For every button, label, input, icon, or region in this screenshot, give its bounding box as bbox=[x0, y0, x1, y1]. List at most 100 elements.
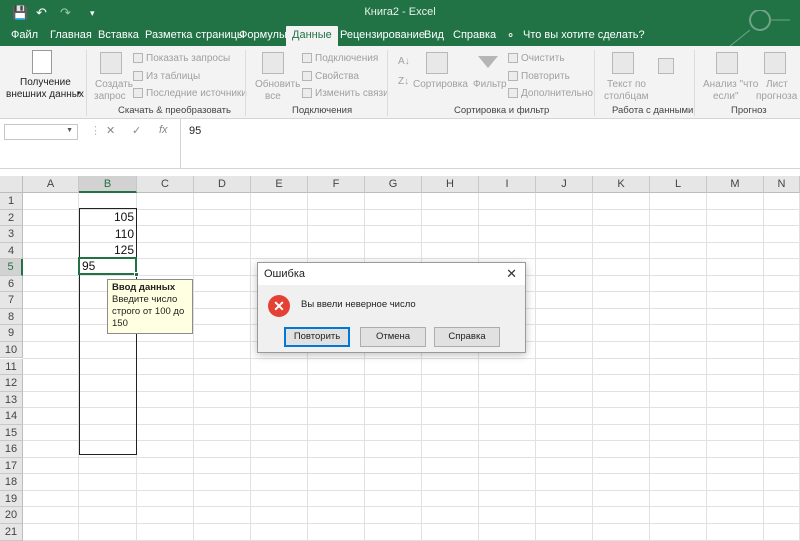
tell-me-box[interactable]: Что вы хотите сделать? bbox=[523, 29, 645, 41]
row-header-1[interactable]: 1 bbox=[0, 193, 23, 210]
select-all-button[interactable] bbox=[0, 176, 23, 193]
tab-file[interactable]: Файл bbox=[11, 29, 38, 41]
recent-sources-button[interactable]: Последние источники bbox=[146, 88, 247, 99]
refresh-all-label-1[interactable]: Обновить bbox=[255, 79, 300, 90]
edit-links-icon bbox=[302, 88, 312, 98]
row-header-15[interactable]: 15 bbox=[0, 424, 23, 442]
tab-page-layout[interactable]: Разметка страницы bbox=[145, 29, 245, 41]
insert-function-icon[interactable]: fx bbox=[159, 124, 168, 136]
gridline-horizontal bbox=[23, 357, 800, 359]
clear-filter-button[interactable]: Очистить bbox=[521, 53, 565, 64]
cancel-entry-icon[interactable]: ✕ bbox=[106, 124, 115, 137]
row-header-14[interactable]: 14 bbox=[0, 408, 23, 425]
column-header-k[interactable]: K bbox=[593, 176, 650, 193]
row-header-19[interactable]: 19 bbox=[0, 490, 23, 508]
from-table-button[interactable]: Из таблицы bbox=[146, 71, 200, 82]
row-header-20[interactable]: 20 bbox=[0, 507, 23, 524]
column-header-a[interactable]: A bbox=[23, 176, 79, 193]
row-header-18[interactable]: 18 bbox=[0, 474, 23, 491]
ribbon-tabs: Файл Главная Вставка Разметка страницы Ф… bbox=[0, 26, 800, 47]
column-header-l[interactable]: L bbox=[650, 176, 707, 193]
group-connections-label: Подключения bbox=[292, 105, 353, 116]
tab-help[interactable]: Справка bbox=[453, 29, 496, 41]
what-if-label-2[interactable]: если" bbox=[713, 91, 739, 102]
row-header-21[interactable]: 21 bbox=[0, 524, 23, 541]
tab-view[interactable]: Вид bbox=[424, 29, 444, 41]
properties-button[interactable]: Свойства bbox=[315, 71, 359, 82]
clear-filter-icon bbox=[508, 53, 518, 63]
sort-az-icon[interactable]: A↓ bbox=[398, 56, 410, 67]
name-box[interactable]: ▼ bbox=[4, 124, 78, 140]
text-to-columns-label-1[interactable]: Текст по bbox=[607, 79, 646, 90]
row-header-9[interactable]: 9 bbox=[0, 325, 23, 342]
row-header-2[interactable]: 2 bbox=[0, 209, 23, 227]
sort-button[interactable]: Сортировка bbox=[413, 79, 468, 90]
dialog-message: Вы ввели неверное число bbox=[301, 299, 416, 310]
get-data-dropdown-icon[interactable]: ▾ bbox=[77, 89, 81, 97]
row-header-6[interactable]: 6 bbox=[0, 275, 23, 293]
tab-insert[interactable]: Вставка bbox=[98, 29, 139, 41]
row-header-10[interactable]: 10 bbox=[0, 341, 23, 359]
column-header-f[interactable]: F bbox=[308, 176, 365, 193]
row-header-5[interactable]: 5 bbox=[0, 259, 23, 276]
what-if-label-1[interactable]: Анализ "что bbox=[703, 79, 758, 90]
reapply-button[interactable]: Повторить bbox=[521, 71, 570, 82]
text-to-columns-label-2[interactable]: столбцам bbox=[604, 91, 649, 102]
row-header-3[interactable]: 3 bbox=[0, 226, 23, 243]
cell-b5[interactable]: 95 bbox=[82, 258, 136, 274]
column-header-h[interactable]: H bbox=[422, 176, 479, 193]
forecast-sheet-label-2[interactable]: прогноза bbox=[756, 91, 797, 102]
connections-button[interactable]: Подключения bbox=[315, 53, 378, 64]
get-data-label-2[interactable]: внешних данных bbox=[6, 89, 84, 100]
gridline-horizontal bbox=[23, 440, 800, 442]
gridline-vertical bbox=[250, 193, 251, 541]
filter-button[interactable]: Фильтр bbox=[473, 79, 507, 90]
formula-input[interactable]: 95 bbox=[180, 119, 800, 169]
column-header-d[interactable]: D bbox=[194, 176, 251, 193]
group-forecast-label: Прогноз bbox=[731, 105, 767, 116]
confirm-entry-icon[interactable]: ✓ bbox=[132, 124, 141, 137]
retry-button[interactable]: Повторить bbox=[284, 327, 350, 347]
close-icon[interactable]: ✕ bbox=[506, 266, 517, 282]
gridline-horizontal bbox=[23, 456, 800, 458]
tab-home[interactable]: Главная bbox=[50, 29, 92, 41]
tab-formulas[interactable]: Формулы bbox=[239, 29, 287, 41]
forecast-sheet-label-1[interactable]: Лист bbox=[766, 79, 788, 90]
decorative-circuit-icon bbox=[729, 10, 790, 46]
data-tools-icon[interactable] bbox=[658, 58, 674, 74]
refresh-all-label-2[interactable]: все bbox=[265, 91, 281, 102]
row-header-12[interactable]: 12 bbox=[0, 375, 23, 392]
gridline-horizontal bbox=[23, 208, 800, 210]
column-header-c[interactable]: C bbox=[137, 176, 194, 193]
column-header-e[interactable]: E bbox=[251, 176, 308, 193]
formula-bar: ▼ ⋮ ✕ ✓ fx 95 bbox=[0, 119, 800, 169]
tab-data[interactable]: Данные bbox=[286, 26, 338, 47]
advanced-filter-button[interactable]: Дополнительно bbox=[521, 88, 593, 99]
row-header-4[interactable]: 4 bbox=[0, 242, 23, 260]
column-header-b[interactable]: B bbox=[79, 176, 137, 193]
edit-links-button[interactable]: Изменить связи bbox=[315, 88, 389, 99]
help-button[interactable]: Справка bbox=[434, 327, 500, 347]
row-header-7[interactable]: 7 bbox=[0, 292, 23, 309]
row-header-17[interactable]: 17 bbox=[0, 457, 23, 475]
cancel-button[interactable]: Отмена bbox=[360, 327, 426, 347]
error-dialog: Ошибка ✕ ✕ Вы ввели неверное число Повто… bbox=[257, 262, 526, 353]
row-header-13[interactable]: 13 bbox=[0, 391, 23, 409]
name-box-dropdown-icon[interactable]: ▼ bbox=[66, 127, 73, 134]
gridline-vertical bbox=[763, 193, 764, 541]
row-header-8[interactable]: 8 bbox=[0, 308, 23, 326]
tab-review[interactable]: Рецензирование bbox=[340, 29, 425, 41]
new-query-label-1[interactable]: Создать bbox=[95, 79, 133, 90]
dialog-titlebar[interactable]: Ошибка ✕ bbox=[258, 263, 525, 285]
column-header-i[interactable]: I bbox=[479, 176, 536, 193]
new-query-label-2[interactable]: запрос bbox=[94, 91, 126, 102]
row-header-16[interactable]: 16 bbox=[0, 441, 23, 458]
get-data-label-1[interactable]: Получение bbox=[20, 77, 71, 88]
sort-za-icon[interactable]: Z↓ bbox=[398, 76, 409, 87]
column-header-n[interactable]: N bbox=[764, 176, 800, 193]
show-queries-button[interactable]: Показать запросы bbox=[146, 53, 230, 64]
column-header-m[interactable]: M bbox=[707, 176, 764, 193]
column-header-j[interactable]: J bbox=[536, 176, 593, 193]
column-header-g[interactable]: G bbox=[365, 176, 422, 193]
row-header-11[interactable]: 11 bbox=[0, 358, 23, 375]
